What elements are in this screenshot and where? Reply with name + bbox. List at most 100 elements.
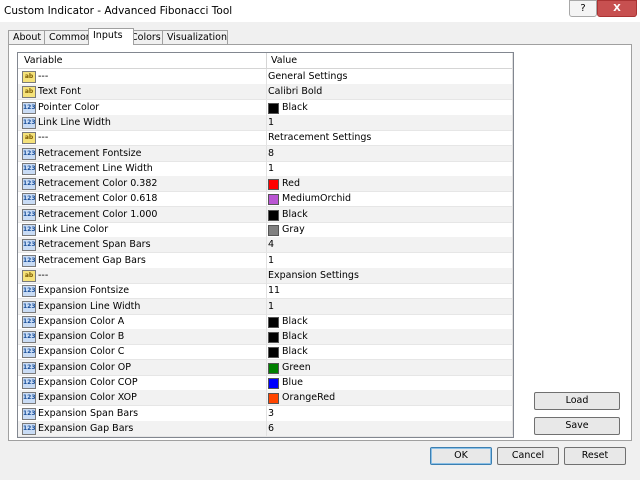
table-row[interactable]: ab --- General Settings <box>18 69 513 85</box>
save-button[interactable]: Save <box>534 417 620 435</box>
table-row[interactable]: 123 Expansion Color XOP OrangeRed <box>18 390 513 407</box>
value-text: 6 <box>268 422 275 434</box>
numeric-type-icon: 123 <box>22 346 36 359</box>
cell-divider <box>266 145 267 161</box>
table-row[interactable]: 123 Link Line Color Gray <box>18 222 513 238</box>
numeric-type-icon: 123 <box>22 377 36 389</box>
numeric-type-icon: 123 <box>22 101 36 114</box>
scroll-down-icon[interactable]: ▼ <box>513 422 514 434</box>
cell-divider <box>266 160 267 176</box>
help-button[interactable]: ? <box>569 0 597 17</box>
numeric-type-icon: 123 <box>22 407 36 420</box>
variable-label: --- <box>38 132 49 144</box>
value-text: Black <box>282 331 308 343</box>
cell-divider <box>266 405 267 421</box>
cell-divider <box>266 390 267 406</box>
numeric-type-icon: 123 <box>22 239 36 252</box>
table-row[interactable]: ab --- Expansion Settings <box>18 267 513 284</box>
table-row[interactable]: 123 Expansion Color OP Green <box>18 359 513 376</box>
table-row[interactable]: 123 Retracement Span Bars 4 <box>18 237 513 254</box>
cell-divider <box>266 176 267 192</box>
grid-header: Variable Value <box>18 53 513 69</box>
table-row[interactable]: 123 Retracement Gap Bars 1 <box>18 252 513 269</box>
table-row[interactable]: 123 Expansion Line Width 1 <box>18 298 513 315</box>
value-text: 3 <box>268 407 275 419</box>
tab-inputs[interactable]: Inputs <box>88 28 134 45</box>
color-swatch <box>268 194 279 206</box>
table-row[interactable]: 123 Retracement Fontsize 8 <box>18 145 513 162</box>
numeric-type-icon: 123 <box>22 208 36 221</box>
table-row[interactable]: 123 Retracement Color 0.618 MediumOrchid <box>18 191 513 208</box>
color-swatch <box>268 378 279 389</box>
cell-divider <box>266 130 267 146</box>
value-text: 1 <box>268 300 275 312</box>
table-row[interactable]: ab --- Retracement Settings <box>18 130 513 147</box>
variable-label: Text Font <box>38 86 81 98</box>
vertical-scrollbar[interactable]: ▲ ≡ ▼ <box>512 53 514 435</box>
column-header-value[interactable]: Value <box>271 55 297 66</box>
value-text: Expansion Settings <box>268 269 359 281</box>
color-swatch <box>268 316 279 328</box>
reset-button[interactable]: Reset <box>564 447 626 465</box>
variable-label: Expansion Span Bars <box>38 407 139 419</box>
cell-divider <box>266 237 267 253</box>
value-text: 8 <box>268 147 275 159</box>
variable-label: Retracement Fontsize <box>38 147 142 159</box>
string-type-icon: ab <box>22 86 36 99</box>
numeric-type-icon: 123 <box>22 224 36 236</box>
cell-divider <box>266 375 267 390</box>
cancel-button[interactable]: Cancel <box>497 447 559 465</box>
cell-divider <box>266 84 267 100</box>
value-text: 11 <box>268 285 281 297</box>
column-divider[interactable] <box>266 53 267 68</box>
table-row[interactable]: 123 Expansion Fontsize 11 <box>18 283 513 300</box>
numeric-type-icon: 123 <box>22 422 36 435</box>
table-row[interactable]: 123 Pointer Color Black <box>18 99 513 116</box>
numeric-type-icon: 123 <box>22 300 36 313</box>
close-button[interactable]: X <box>597 0 637 17</box>
table-row[interactable]: 123 Expansion Color C Black <box>18 344 513 361</box>
table-row[interactable]: 123 Expansion Span Bars 3 <box>18 405 513 422</box>
table-row[interactable]: 123 Expansion Gap Bars 6 <box>18 420 513 437</box>
string-type-icon: ab <box>22 71 36 83</box>
cell-divider <box>266 420 267 436</box>
variable-label: Retracement Gap Bars <box>38 254 146 266</box>
inputs-grid: Variable Value ab --- General Settings ab Te… <box>17 52 514 438</box>
variable-label: --- <box>38 269 49 281</box>
value-text: Black <box>282 208 308 220</box>
ok-button[interactable]: OK <box>430 447 492 465</box>
table-row[interactable]: 123 Retracement Color 1.000 Black <box>18 206 513 223</box>
variable-label: Retracement Color 0.382 <box>38 178 158 190</box>
variable-label: Retracement Span Bars <box>38 239 151 251</box>
variable-label: Expansion Gap Bars <box>38 422 134 434</box>
color-swatch <box>268 225 279 236</box>
color-swatch <box>268 332 279 344</box>
numeric-type-icon: 123 <box>22 285 36 298</box>
table-row[interactable]: 123 Expansion Color B Black <box>18 329 513 346</box>
value-text: 1 <box>268 162 275 174</box>
cell-divider <box>266 344 267 360</box>
table-row[interactable]: ab Text Font Calibri Bold <box>18 84 513 101</box>
scroll-up-icon[interactable]: ▲ <box>513 53 514 65</box>
table-row[interactable]: 123 Expansion Color A Black <box>18 313 513 330</box>
color-swatch <box>268 179 279 191</box>
load-button[interactable]: Load <box>534 392 620 410</box>
variable-label: Expansion Color B <box>38 331 125 343</box>
table-row[interactable]: 123 Link Line Width 1 <box>18 114 513 131</box>
column-header-variable[interactable]: Variable <box>24 55 62 66</box>
cell-divider <box>266 206 267 222</box>
table-row[interactable]: 123 Retracement Line Width 1 <box>18 160 513 177</box>
color-swatch <box>268 102 279 114</box>
value-text: Black <box>282 346 308 358</box>
table-row[interactable]: 123 Expansion Color COP Blue <box>18 375 513 391</box>
window-title: Custom Indicator - Advanced Fibonacci To… <box>4 5 233 17</box>
numeric-type-icon: 123 <box>22 162 36 175</box>
value-text: Gray <box>282 224 305 235</box>
cell-divider <box>266 114 267 130</box>
string-type-icon: ab <box>22 269 36 282</box>
cell-divider <box>266 283 267 299</box>
cell-divider <box>266 298 267 314</box>
tab-visualization[interactable]: Visualization <box>162 30 228 44</box>
color-swatch <box>268 347 279 359</box>
table-row[interactable]: 123 Retracement Color 0.382 Red <box>18 176 513 193</box>
